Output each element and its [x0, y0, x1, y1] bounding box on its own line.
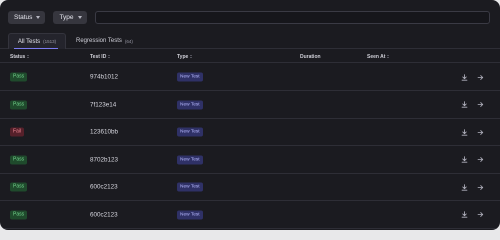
type-badge: New Test [177, 155, 203, 164]
column-label: Test ID [90, 53, 107, 60]
download-icon[interactable] [459, 155, 469, 165]
status-badge: Pass [10, 100, 28, 109]
table-row[interactable]: Pass 600c2123 New Test [0, 202, 500, 229]
tab-count: (1513) [43, 39, 57, 44]
column-label: Duration [300, 53, 321, 60]
filter-bar: Status Type [8, 10, 490, 24]
column-header-status[interactable]: Status [10, 50, 30, 63]
column-header-duration[interactable]: Duration [300, 50, 321, 63]
tab-label: All Tests [17, 38, 41, 45]
chevron-down-icon [77, 15, 82, 19]
arrow-right-icon[interactable] [475, 127, 485, 137]
chevron-down-icon [36, 15, 41, 19]
arrow-right-icon[interactable] [475, 210, 485, 220]
type-badge: New Test [177, 100, 203, 109]
table-row[interactable]: Pass 7f123e14 New Test [0, 92, 500, 119]
table-row[interactable]: Pass 974b1012 New Test [0, 64, 500, 91]
table-row[interactable]: Pass 600c2123 New Test [0, 174, 500, 201]
column-header-test-id[interactable]: Test ID [90, 50, 111, 63]
tests-panel: Status Type All Tests (1513) Regression … [0, 0, 500, 230]
download-icon[interactable] [459, 100, 469, 110]
test-id: 8702b123 [90, 156, 119, 163]
column-label: Type [177, 53, 189, 60]
active-tab-indicator [14, 48, 58, 49]
column-label: Status [10, 53, 26, 60]
status-filter-button[interactable]: Status [8, 10, 46, 24]
status-badge: Fail [10, 127, 25, 137]
test-id: 600c2123 [90, 211, 118, 218]
column-header-type[interactable]: Type [177, 50, 193, 63]
status-badge: Pass [10, 155, 28, 164]
arrow-right-icon[interactable] [475, 182, 485, 192]
sort-icon [387, 55, 390, 58]
type-badge: New Test [177, 182, 203, 192]
tab-all-tests[interactable]: All Tests (1513) [8, 33, 66, 49]
download-icon[interactable] [459, 127, 469, 137]
table-row[interactable]: Pass 8702b123 New Test [0, 147, 500, 174]
type-badge: New Test [177, 72, 203, 82]
test-id: 123610bb [90, 128, 119, 136]
download-icon[interactable] [459, 182, 469, 192]
tab-regression-tests[interactable]: Regression Tests (64) [76, 33, 133, 49]
search-input[interactable] [94, 10, 490, 24]
table-row[interactable]: Fail 123610bb New Test [0, 119, 500, 146]
download-icon[interactable] [459, 72, 469, 82]
tab-count: (64) [124, 38, 133, 44]
test-id: 600c2123 [90, 183, 118, 191]
type-filter-label: Type [59, 13, 74, 21]
arrow-right-icon[interactable] [475, 100, 485, 110]
column-header-seen-at[interactable]: Seen At [367, 50, 390, 63]
sort-icon [190, 55, 193, 58]
type-badge: New Test [177, 210, 203, 219]
test-id: 7f123e14 [90, 101, 117, 108]
table-header: Status Test ID Type Duration Seen At [0, 50, 500, 63]
sort-icon [27, 55, 30, 58]
arrow-right-icon[interactable] [475, 72, 485, 82]
download-icon[interactable] [459, 210, 469, 220]
sort-icon [108, 55, 111, 58]
column-label: Seen At [367, 53, 386, 60]
tab-bar: All Tests (1513) Regression Tests (64) [0, 33, 500, 49]
test-id: 974b1012 [90, 73, 119, 81]
arrow-right-icon[interactable] [475, 155, 485, 165]
type-badge: New Test [177, 127, 203, 137]
status-filter-label: Status [14, 13, 33, 21]
tab-label: Regression Tests [76, 38, 122, 44]
status-badge: Pass [10, 72, 28, 82]
status-badge: Pass [10, 210, 28, 219]
type-filter-button[interactable]: Type [53, 10, 87, 24]
status-badge: Pass [10, 182, 28, 192]
